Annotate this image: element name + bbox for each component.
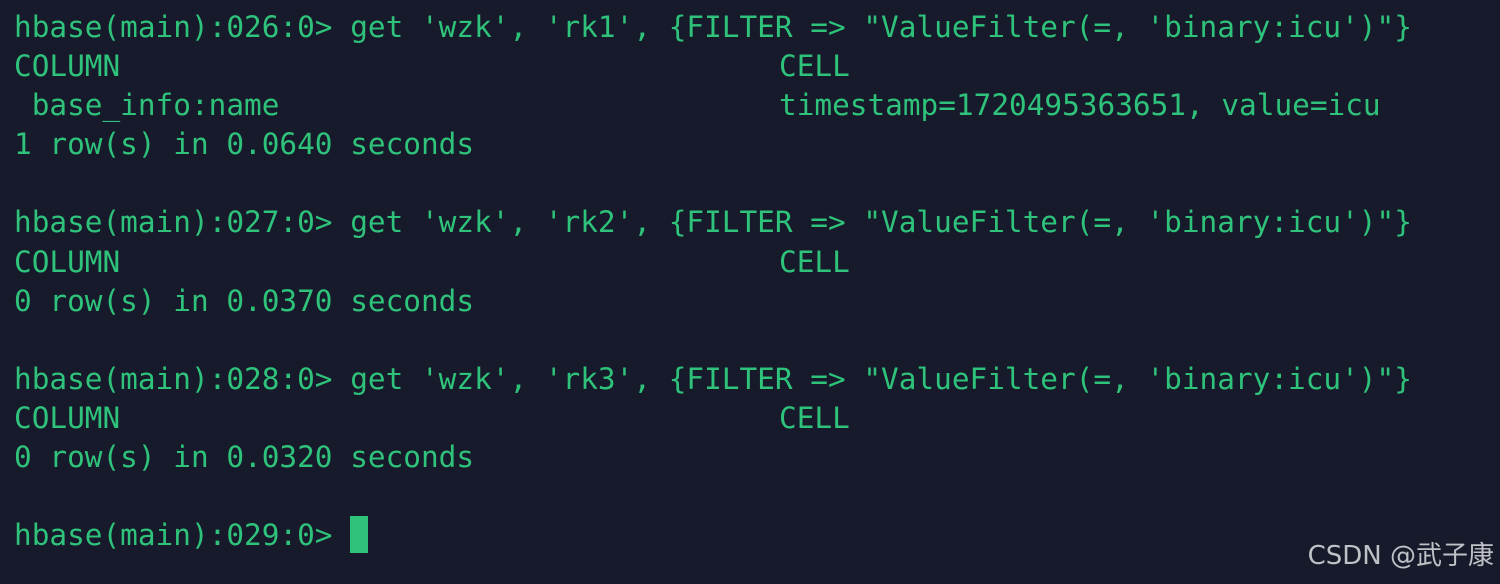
column-header: COLUMN: [14, 400, 121, 435]
prompt: hbase(main):028:0>: [14, 361, 351, 396]
result-header: COLUMN CELL: [14, 399, 1500, 438]
command-line: hbase(main):027:0> get 'wzk', 'rk2', {FI…: [14, 203, 1500, 242]
result-summary: 0 row(s) in 0.0320 seconds: [14, 440, 475, 475]
result-header: COLUMN CELL: [14, 243, 1500, 282]
column-header: COLUMN: [14, 49, 121, 84]
cell-header: CELL: [779, 244, 850, 279]
command: get 'wzk', 'rk2', {FILTER => "ValueFilte…: [350, 205, 1412, 240]
watermark: CSDN @武子康: [1307, 541, 1494, 571]
row-cell: timestamp=1720495363651, value=icu: [779, 88, 1381, 123]
prompt: hbase(main):027:0>: [14, 205, 351, 240]
current-prompt-line[interactable]: hbase(main):029:0>: [14, 516, 1500, 555]
prompt: hbase(main):029:0>: [14, 518, 351, 553]
command-line: hbase(main):028:0> get 'wzk', 'rk3', {FI…: [14, 360, 1500, 399]
prompt: hbase(main):026:0>: [14, 10, 351, 44]
result-summary: 1 row(s) in 0.0640 seconds: [14, 127, 475, 162]
result-header: COLUMN CELL: [14, 47, 1500, 86]
column-header: COLUMN: [14, 244, 121, 279]
command: get 'wzk', 'rk3', {FILTER => "ValueFilte…: [350, 361, 1412, 396]
row-column: base_info:name: [14, 88, 280, 123]
cell-header: CELL: [779, 49, 850, 84]
result-summary: 0 row(s) in 0.0370 seconds: [14, 283, 475, 318]
cell-header: CELL: [779, 400, 850, 435]
result-row: base_info:name timestamp=1720495363651, v…: [14, 86, 1500, 125]
cursor: [350, 516, 369, 554]
command: get 'wzk', 'rk1', {FILTER => "ValueFilte…: [350, 10, 1412, 44]
terminal-output[interactable]: hbase(main):026:0> get 'wzk', 'rk1', {FI…: [14, 8, 1500, 555]
command-line: hbase(main):026:0> get 'wzk', 'rk1', {FI…: [14, 8, 1500, 47]
